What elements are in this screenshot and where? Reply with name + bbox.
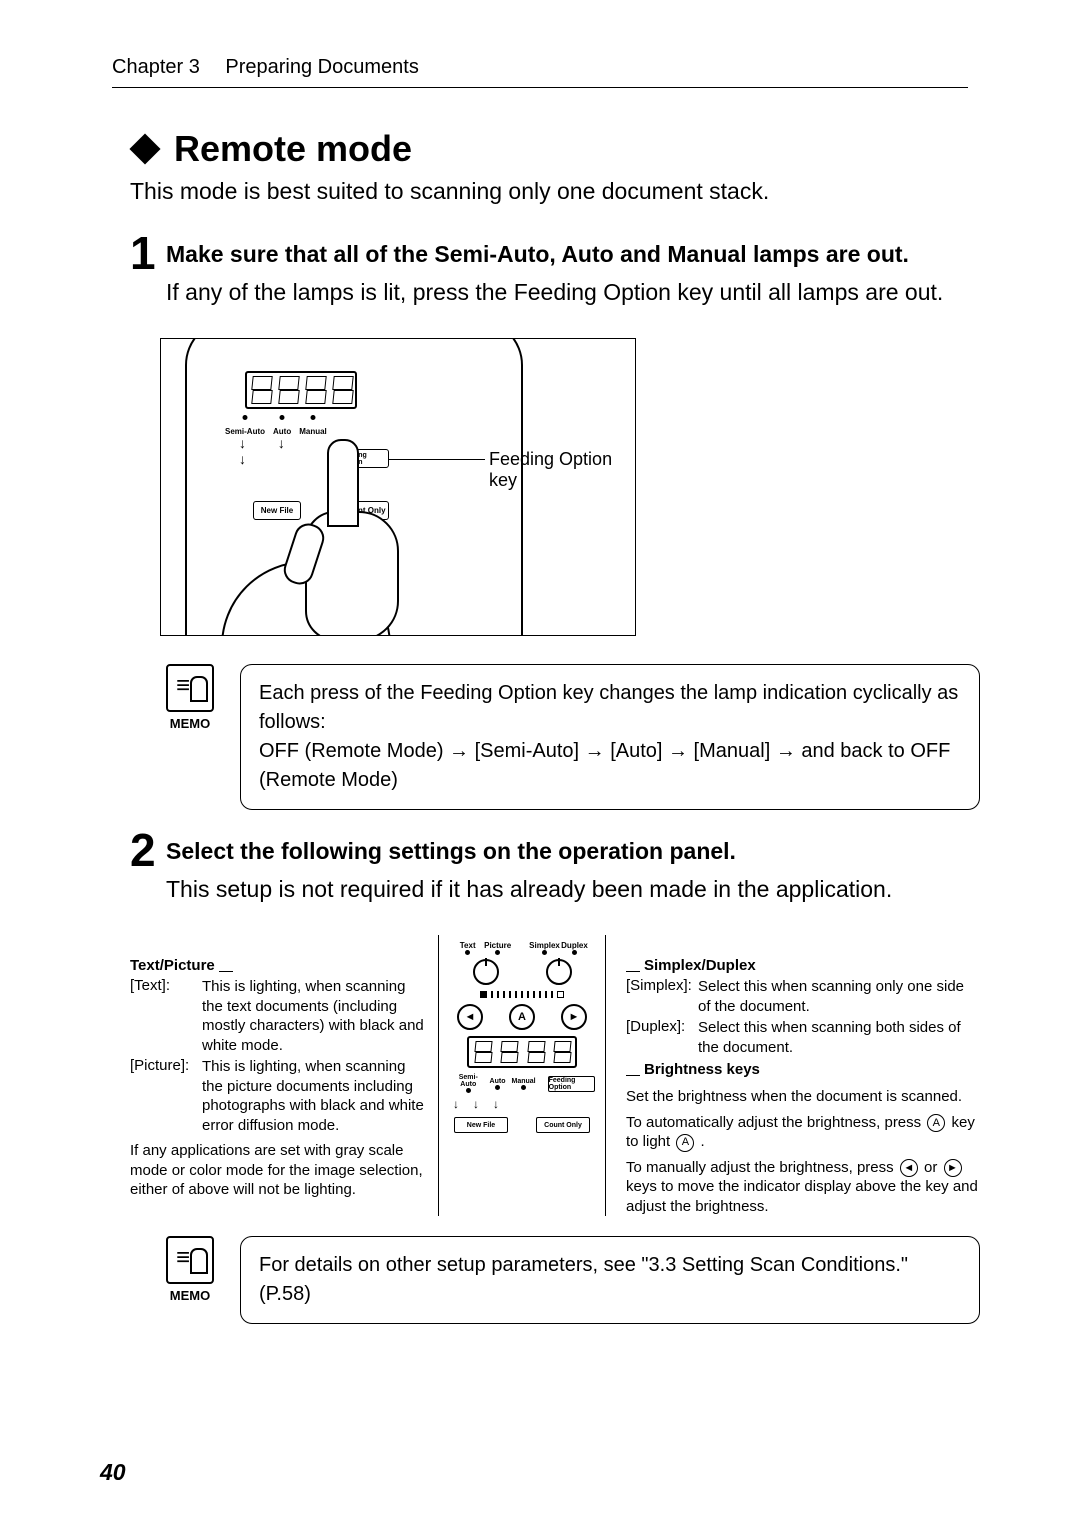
mode-leds: Semi-Auto Auto Manual	[225, 415, 327, 436]
text-picture-knob	[473, 959, 499, 985]
a-button: A	[509, 1004, 535, 1030]
operation-panel-section: Text/Picture [Text]: This is lighting, w…	[130, 935, 980, 1216]
page-header: Chapter 3 Preparing Documents	[112, 56, 968, 88]
section-title: Preparing Documents	[225, 56, 418, 78]
right-key-icon: ►	[944, 1159, 962, 1177]
step-text: This setup is not required if it has alr…	[166, 873, 980, 905]
memo-body: For details on other setup parameters, s…	[240, 1236, 980, 1324]
text-picture-note: If any applications are set with gray sc…	[130, 1141, 430, 1200]
panel-right: Simplex/Duplex [Simplex]: Select this wh…	[614, 935, 980, 1216]
duplex-def: Select this when scanning both sides of …	[698, 1018, 980, 1057]
brightness-bar	[449, 991, 595, 998]
step-2: 2 Select the following settings on the o…	[130, 832, 980, 919]
new-file-button: New File	[253, 501, 301, 520]
a-light-icon: A	[676, 1134, 694, 1152]
simplex-def: Select this when scanning only one side …	[698, 977, 980, 1016]
seven-seg-display	[245, 371, 357, 409]
a-key-icon: A	[927, 1114, 945, 1132]
panel-left: Text/Picture [Text]: This is lighting, w…	[130, 935, 430, 1216]
brightness-p3: To manually adjust the brightness, press…	[626, 1158, 980, 1217]
brightness-p2: To automatically adjust the brightness, …	[626, 1113, 980, 1152]
intro-text: This mode is best suited to scanning onl…	[130, 178, 980, 205]
diamond-icon	[129, 133, 160, 164]
page-number: 40	[100, 1459, 126, 1486]
led-manual: Manual	[299, 415, 327, 436]
simplex-duplex-knob	[546, 959, 572, 985]
memo-1: MEMO Each press of the Feeding Option ke…	[160, 664, 980, 810]
memo-2: MEMO For details on other setup paramete…	[160, 1236, 980, 1324]
memo-icon: MEMO	[160, 1236, 220, 1303]
step-1: 1 Make sure that all of the Semi-Auto, A…	[130, 235, 980, 322]
new-file-btn-small: New File	[454, 1117, 508, 1133]
memo-line1: Each press of the Feeding Option key cha…	[259, 679, 961, 737]
figure-feeding-option: Semi-Auto Auto Manual Feeding Option New…	[160, 338, 636, 636]
seven-seg-small	[467, 1036, 577, 1068]
simplex-duplex-title: Simplex/Duplex	[644, 957, 756, 974]
title-row: Remote mode	[130, 128, 980, 170]
brightness-p1: Set the brightness when the document is …	[626, 1087, 980, 1107]
led-semi-auto: Semi-Auto	[225, 415, 265, 436]
callout-line	[389, 459, 485, 460]
memo-label: MEMO	[160, 1288, 220, 1303]
text-def: This is lighting, when scanning the text…	[202, 977, 430, 1055]
simplex-term: [Simplex]:	[626, 977, 698, 1016]
page-content: Remote mode This mode is best suited to …	[130, 128, 980, 1346]
step-heading: Make sure that all of the Semi-Auto, Aut…	[166, 239, 980, 270]
text-picture-title: Text/Picture	[130, 957, 215, 974]
callout-label: Feeding Option key	[489, 449, 635, 491]
right-arrow-button: ►	[561, 1004, 587, 1030]
picture-def: This is lighting, when scanning the pict…	[202, 1057, 430, 1135]
left-key-icon: ◄	[900, 1159, 918, 1177]
page-title: Remote mode	[174, 128, 412, 170]
hand-icon	[301, 439, 411, 636]
memo2-text: For details on other setup parameters, s…	[259, 1254, 908, 1305]
chapter-label: Chapter 3	[112, 56, 200, 78]
panel-center-figure: Text Picture Simplex Duplex ◄	[438, 935, 606, 1216]
step-number: 1	[130, 235, 166, 322]
duplex-term: [Duplex]:	[626, 1018, 698, 1057]
left-arrow-button: ◄	[457, 1004, 483, 1030]
count-only-btn-small: Count Only	[536, 1117, 590, 1133]
feeding-option-btn-small: Feeding Option	[548, 1076, 595, 1092]
memo-icon: MEMO	[160, 664, 220, 731]
brightness-keys-title: Brightness keys	[644, 1061, 760, 1078]
step-number: 2	[130, 832, 166, 919]
memo-line2: OFF (Remote Mode) → [Semi-Auto] → [Auto]…	[259, 737, 961, 795]
led-auto: Auto	[273, 415, 291, 436]
step-text: If any of the lamps is lit, press the Fe…	[166, 276, 980, 308]
text-term: [Text]:	[130, 977, 202, 1055]
picture-term: [Picture]:	[130, 1057, 202, 1135]
memo-label: MEMO	[160, 716, 220, 731]
memo-body: Each press of the Feeding Option key cha…	[240, 664, 980, 810]
step-heading: Select the following settings on the ope…	[166, 836, 980, 867]
